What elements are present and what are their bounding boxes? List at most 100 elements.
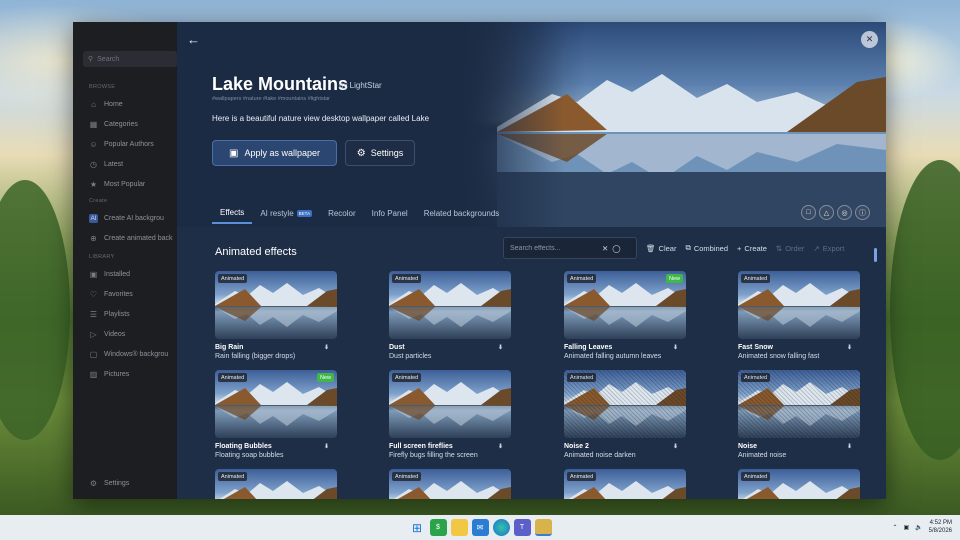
download-icon[interactable]: ⬇	[847, 344, 860, 351]
drop-icon[interactable]: △	[819, 205, 834, 220]
apply-wallpaper-button[interactable]: ▣ Apply as wallpaper	[212, 140, 337, 166]
effect-name-row: Noise 2 ⬇	[564, 443, 686, 450]
scrollbar[interactable]	[874, 248, 877, 262]
sidebar-item-ai[interactable]: AI Create AI backgrou	[89, 214, 164, 223]
effect-thumbnail[interactable]: Animated	[215, 469, 337, 499]
effect-thumbnail[interactable]: Animated	[564, 469, 686, 499]
sidebar-item-authors[interactable]: ☺ Popular Authors	[89, 140, 153, 149]
download-icon[interactable]: ⬇	[847, 443, 860, 450]
effect-card[interactable]: Animated	[564, 469, 686, 499]
network-icon[interactable]: ▣	[903, 524, 909, 531]
sidebar-item-label: Windows® backgrou	[104, 351, 169, 358]
effect-card[interactable]: Animated Big Rain ⬇ Rain falling (bigger dr…	[215, 271, 337, 360]
folder-icon[interactable]: □	[801, 205, 816, 220]
tags[interactable]: #wallpapers #nature #lake #mountains #li…	[212, 96, 330, 102]
sidebar-settings[interactable]: ⚙ Settings	[89, 479, 129, 488]
download-icon[interactable]: ⬇	[498, 344, 511, 351]
effect-thumbnail[interactable]: Animated New	[215, 370, 337, 438]
sidebar-item-windows[interactable]: ▢ Windows® backgrou	[89, 350, 169, 359]
effect-thumbnail[interactable]: Animated	[738, 271, 860, 339]
download-icon[interactable]: ⬇	[324, 344, 337, 351]
tab-related-backgrounds[interactable]: Related backgrounds	[416, 208, 508, 224]
filter-icon[interactable]: ◯	[612, 244, 620, 253]
store-icon[interactable]: $	[429, 519, 447, 536]
combined-label: Combined	[693, 243, 729, 253]
effect-name: Big Rain	[215, 344, 244, 351]
new-badge: New	[316, 373, 334, 382]
effects-search[interactable]: ✕ ◯	[503, 237, 637, 259]
settings-button[interactable]: ⚙ Settings	[345, 140, 415, 166]
effect-card[interactable]: Animated Noise 2 ⬇ Animated noise darken	[564, 370, 686, 459]
back-arrow-icon[interactable]: ←	[187, 32, 200, 47]
animated-badge: Animated	[567, 472, 597, 481]
effects-search-input[interactable]	[510, 244, 598, 252]
clear-label: Clear	[658, 243, 677, 253]
effect-name: Full screen fireflies	[389, 443, 453, 450]
download-icon[interactable]: ⬇	[498, 443, 511, 450]
effect-description: Animated noise	[738, 452, 787, 459]
volume-icon[interactable]: 🔈	[915, 524, 922, 531]
clear-search-icon[interactable]: ✕	[602, 244, 608, 253]
sidebar-item-picture[interactable]: ▨ Pictures	[89, 370, 130, 379]
clock-icon: ◷	[90, 160, 97, 169]
effect-thumbnail[interactable]: Animated	[389, 271, 511, 339]
globe-icon[interactable]: ◎	[837, 205, 852, 220]
combined-button[interactable]: ⧉ Combined	[685, 243, 728, 253]
chevron-up-icon[interactable]: ⌃	[892, 524, 897, 531]
effect-card[interactable]: Animated Noise ⬇ Animated noise	[738, 370, 860, 459]
effect-card[interactable]: Animated	[738, 469, 860, 499]
lively-app-icon[interactable]	[534, 519, 552, 536]
sidebar-item-video[interactable]: ▷ Videos	[89, 330, 125, 339]
sidebar-item-home[interactable]: ⌂ Home	[89, 100, 123, 109]
edge-icon[interactable]	[492, 519, 510, 536]
order-button[interactable]: ⇅ Order	[776, 244, 804, 253]
sidebar-search[interactable]: ⚲ Search	[83, 51, 177, 67]
effect-card[interactable]: Animated Full screen fireflies ⬇ Firefly bu…	[389, 370, 511, 459]
clear-button[interactable]: 🗑 Clear	[646, 244, 676, 253]
effect-name: Fast Snow	[738, 344, 774, 351]
effect-name: Dust	[389, 344, 405, 351]
sidebar-item-installed[interactable]: ▣ Installed	[89, 270, 130, 279]
sidebar-item-label: Latest	[104, 161, 124, 168]
tab-effects[interactable]: Effects	[212, 208, 253, 224]
sidebar-item-playlist[interactable]: ☰ Playlists	[89, 310, 130, 319]
teams-icon[interactable]: T	[513, 519, 531, 536]
sidebar-item-heart[interactable]: ♡ Favorites	[89, 290, 133, 299]
create-button[interactable]: + Create	[737, 244, 767, 253]
mail-icon[interactable]: ✉	[471, 519, 489, 536]
sidebar-item-categories[interactable]: ▦ Categories	[89, 120, 138, 129]
sidebar-item-star[interactable]: ★ Most Popular	[89, 180, 145, 189]
effect-thumbnail[interactable]: Animated New	[564, 271, 686, 339]
clock[interactable]: 4:52 PM 5/8/2026	[929, 519, 952, 535]
download-icon[interactable]: ⬇	[324, 443, 337, 450]
effect-thumbnail[interactable]: Animated	[738, 370, 860, 438]
effect-card[interactable]: Animated New Floating Bubbles ⬇ Floating soa…	[215, 370, 337, 459]
tab-recolor[interactable]: Recolor	[320, 208, 364, 224]
info-icon[interactable]: ⓘ	[855, 205, 870, 220]
effect-thumbnail[interactable]: Animated	[738, 469, 860, 499]
effect-card[interactable]: Animated	[215, 469, 337, 499]
effect-thumbnail[interactable]: Animated	[215, 271, 337, 339]
sidebar-item-clock[interactable]: ◷ Latest	[89, 160, 123, 169]
effect-thumbnail[interactable]: Animated	[389, 469, 511, 499]
download-icon[interactable]: ⬇	[673, 443, 686, 450]
effect-thumbnail[interactable]: Animated	[564, 370, 686, 438]
tab-info-panel[interactable]: Info Panel	[364, 208, 416, 224]
effect-card[interactable]: Animated Dust ⬇ Dust particles	[389, 271, 511, 360]
export-button[interactable]: ↗ Export	[813, 244, 844, 253]
sidebar-item-add[interactable]: ⊕ Create animated back	[89, 234, 172, 243]
effect-card[interactable]: Animated	[389, 469, 511, 499]
author-link[interactable]: by LightStar	[339, 81, 382, 90]
hero-action-icons: □ △ ◎ ⓘ	[801, 205, 870, 220]
tab-ai-restyle[interactable]: AI restyle BETA	[252, 208, 320, 224]
close-icon[interactable]: ✕	[861, 31, 878, 48]
download-icon[interactable]: ⬇	[673, 344, 686, 351]
effect-description: Animated noise darken	[564, 452, 636, 459]
effect-card[interactable]: Animated Fast Snow ⬇ Animated snow falling …	[738, 271, 860, 360]
sidebar: ⚲ Search BROWSE ⌂ Home ▦ Categories ☺ Popular…	[73, 22, 177, 499]
heart-icon: ♡	[89, 290, 98, 299]
windows-start-icon[interactable]: ⊞	[409, 519, 426, 536]
effect-card[interactable]: Animated New Falling Leaves ⬇ Animated falli…	[564, 271, 686, 360]
effect-thumbnail[interactable]: Animated	[389, 370, 511, 438]
file-explorer-icon[interactable]	[450, 519, 468, 536]
